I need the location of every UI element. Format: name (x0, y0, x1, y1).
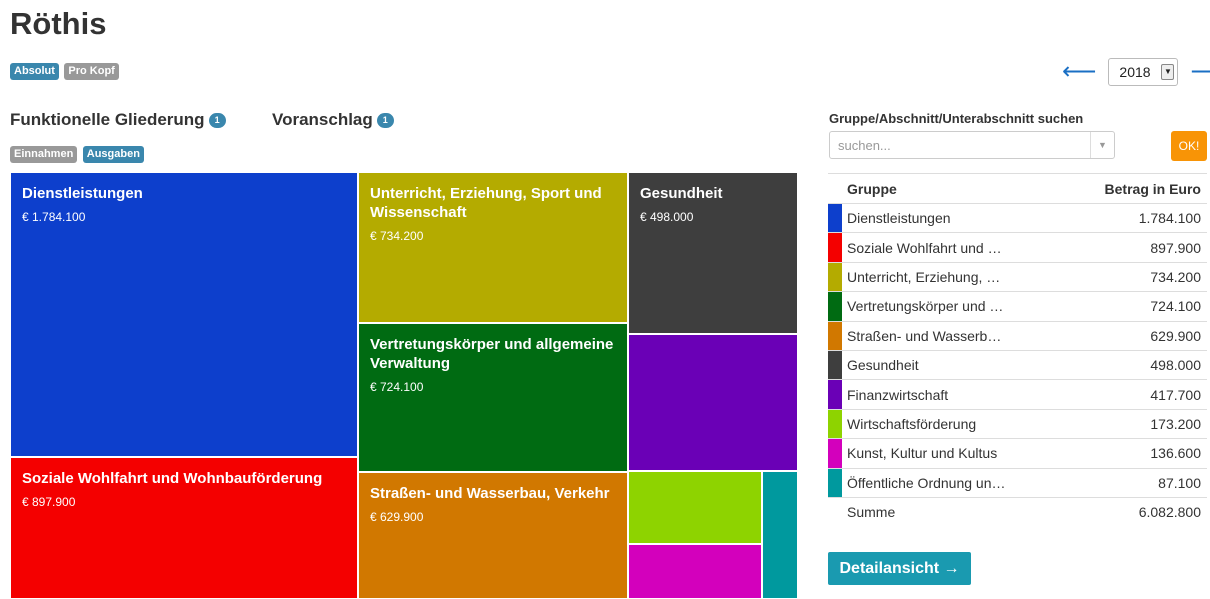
color-swatch (828, 379, 842, 410)
treemap-cell-label: Straßen- und Wasserbau, Verkehr (370, 485, 610, 502)
type-toggle: Einnahmen Ausgaben (10, 144, 145, 163)
einnahmen-toggle[interactable]: Einnahmen (10, 146, 78, 163)
group-name: Wirtschaftsförderung (842, 408, 1067, 439)
group-name: Vertretungskörper und … (842, 291, 1067, 322)
info-badge[interactable]: 1 (208, 112, 226, 128)
color-swatch (828, 261, 842, 292)
search-placeholder: suchen... (838, 138, 891, 153)
color-swatch (828, 291, 842, 322)
pro-kopf-toggle[interactable]: Pro Kopf (64, 63, 119, 80)
treemap-chart: Dienstleistungen € 1.784.100 Soziale Wohlf… (10, 172, 798, 599)
group-amount: 1.784.100 (1066, 202, 1207, 233)
color-swatch (828, 438, 842, 469)
year-navigation: ⟵ 2018 ▼ ⟶ (1062, 58, 1210, 86)
subtitle-voranschlag: Voranschlag 1 (272, 110, 394, 130)
view-toggle: Absolut Pro Kopf (10, 61, 120, 80)
group-amount: 87.100 (1066, 467, 1207, 498)
treemap-cell-label: Vertretungskörper und allgemeine Verwalt… (370, 336, 614, 372)
info-badge[interactable]: 1 (376, 112, 394, 128)
chevron-down-icon[interactable]: ▼ (1090, 132, 1114, 158)
sum-row: Summe 6.082.800 (828, 496, 1207, 527)
chevron-down-icon: ▼ (1161, 64, 1175, 80)
group-name: Soziale Wohlfahrt und … (842, 232, 1067, 263)
group-table: Gruppe Betrag in Euro Dienstleistungen 1.… (828, 173, 1207, 527)
year-select[interactable]: 2018 ▼ (1108, 58, 1179, 86)
treemap-cell-label: Gesundheit (640, 185, 723, 202)
search-input[interactable]: suchen... ▼ (829, 131, 1115, 159)
treemap-cell[interactable] (628, 471, 762, 544)
treemap-cell[interactable] (762, 471, 798, 599)
treemap-cell[interactable]: Straßen- und Wasserbau, Verkehr € 629.900 (358, 472, 628, 599)
group-name: Straßen- und Wasserb… (842, 320, 1067, 351)
treemap-cell[interactable] (628, 334, 798, 471)
subtitle-gliederung-text: Funktionelle Gliederung (10, 110, 205, 129)
treemap-cell[interactable]: Gesundheit € 498.000 (628, 172, 798, 334)
treemap-cell[interactable]: Dienstleistungen € 1.784.100 (10, 172, 358, 457)
group-amount: 629.900 (1066, 320, 1207, 351)
group-amount: 724.100 (1066, 291, 1207, 322)
search-label: Gruppe/Abschnitt/Unterabschnitt suchen (829, 111, 1084, 126)
group-name: Kunst, Kultur und Kultus (842, 438, 1067, 469)
treemap-cell[interactable]: Soziale Wohlfahrt und Wohnbauförderung € … (10, 457, 358, 599)
group-amount: 897.900 (1066, 232, 1207, 263)
table-row[interactable]: Vertretungskörper und … 724.100 (828, 291, 1207, 322)
treemap-cell-value: € 734.200 (370, 229, 424, 243)
treemap-cell-value: € 1.784.100 (22, 210, 86, 224)
treemap-cell[interactable] (628, 544, 762, 599)
table-row[interactable]: Unterricht, Erziehung, … 734.200 (828, 261, 1207, 292)
prev-year-arrow-icon[interactable]: ⟵ (1062, 60, 1096, 84)
header-amount: Betrag in Euro (1066, 173, 1207, 204)
color-swatch (828, 202, 842, 233)
table-row[interactable]: Soziale Wohlfahrt und … 897.900 (828, 232, 1207, 263)
detail-view-button[interactable]: Detailansicht → (828, 552, 971, 585)
sum-amount: 6.082.800 (1066, 496, 1207, 527)
group-name: Gesundheit (842, 349, 1067, 380)
ausgaben-toggle[interactable]: Ausgaben (82, 146, 144, 163)
group-amount: 417.700 (1066, 379, 1207, 410)
treemap-cell-value: € 724.100 (370, 380, 424, 394)
next-year-arrow-icon[interactable]: ⟶ (1190, 60, 1210, 84)
color-swatch (828, 408, 842, 439)
header-group: Gruppe (828, 173, 1067, 204)
treemap-cell[interactable]: Vertretungskörper und allgemeine Verwalt… (358, 323, 628, 472)
group-amount: 173.200 (1066, 408, 1207, 439)
color-swatch (828, 232, 842, 263)
table-row[interactable]: Finanzwirtschaft 417.700 (828, 379, 1207, 410)
table-row[interactable]: Öffentliche Ordnung un… 87.100 (828, 467, 1207, 498)
color-swatch (828, 320, 842, 351)
treemap-cell-value: € 498.000 (640, 210, 694, 224)
treemap-cell-label: Unterricht, Erziehung, Sport und Wissens… (370, 185, 602, 221)
group-name: Öffentliche Ordnung un… (842, 467, 1067, 498)
color-swatch (828, 349, 842, 380)
table-row[interactable]: Straßen- und Wasserb… 629.900 (828, 320, 1207, 351)
table-header-row: Gruppe Betrag in Euro (828, 173, 1207, 204)
ok-button[interactable]: OK! (1171, 131, 1207, 161)
group-name: Unterricht, Erziehung, … (842, 261, 1067, 292)
table-row[interactable]: Dienstleistungen 1.784.100 (828, 202, 1207, 233)
group-amount: 136.600 (1066, 438, 1207, 469)
year-value: 2018 (1119, 64, 1151, 80)
group-name: Finanzwirtschaft (842, 379, 1067, 410)
treemap-cell-value: € 629.900 (370, 510, 424, 524)
group-name: Dienstleistungen (842, 202, 1067, 233)
treemap-cell-label: Soziale Wohlfahrt und Wohnbauförderung (22, 470, 323, 487)
treemap-cell-label: Dienstleistungen (22, 185, 143, 202)
subtitle-voranschlag-text: Voranschlag (272, 110, 373, 129)
color-swatch (828, 467, 842, 498)
page-title: Röthis (10, 6, 107, 41)
treemap-cell-value: € 897.900 (22, 495, 76, 509)
table-row[interactable]: Gesundheit 498.000 (828, 349, 1207, 380)
treemap-cell[interactable]: Unterricht, Erziehung, Sport und Wissens… (358, 172, 628, 323)
sum-label: Summe (842, 496, 1067, 527)
group-amount: 734.200 (1066, 261, 1207, 292)
table-row[interactable]: Kunst, Kultur und Kultus 136.600 (828, 438, 1207, 469)
group-amount: 498.000 (1066, 349, 1207, 380)
subtitle-gliederung: Funktionelle Gliederung 1 (10, 110, 226, 130)
sum-spacer (828, 496, 842, 527)
table-row[interactable]: Wirtschaftsförderung 173.200 (828, 408, 1207, 439)
absolut-toggle[interactable]: Absolut (10, 63, 59, 80)
